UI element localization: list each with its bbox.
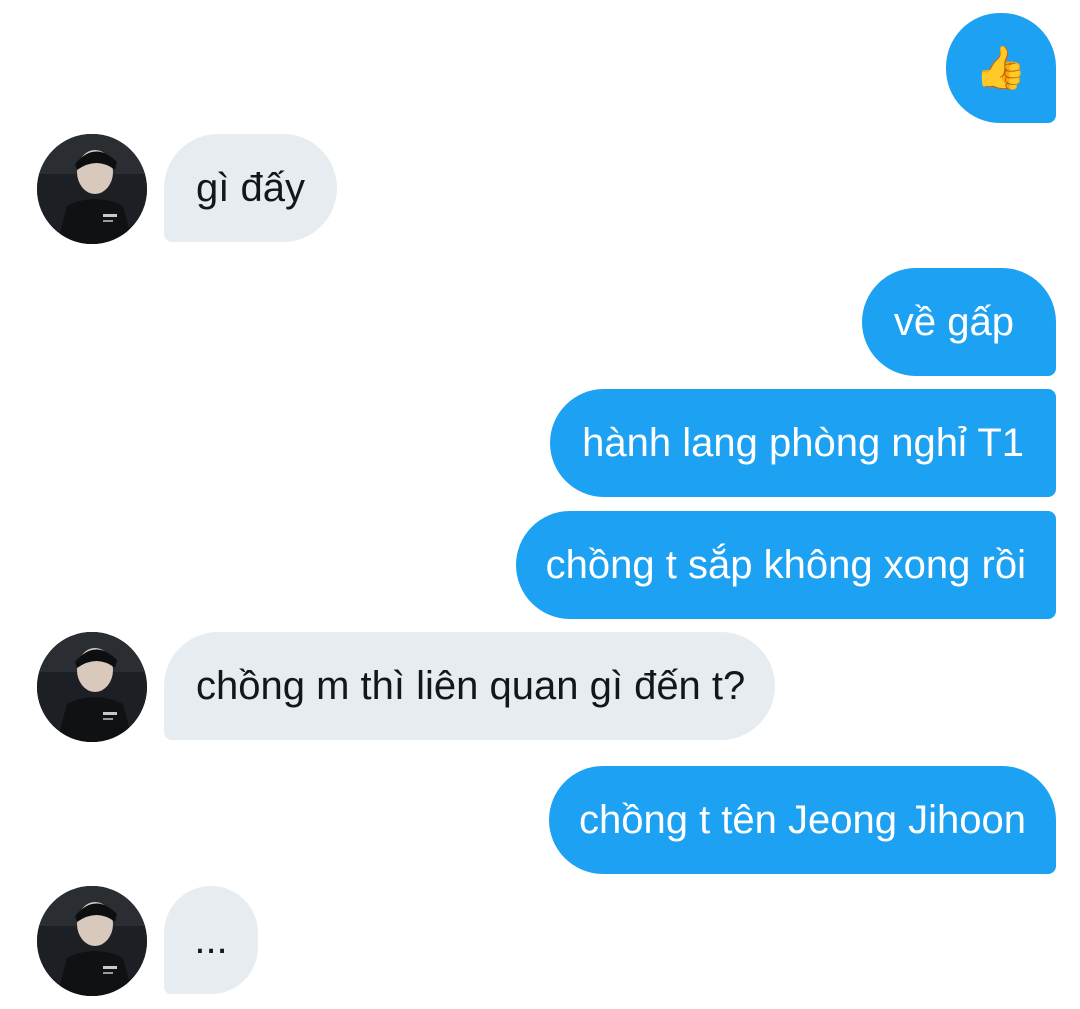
avatar-photo [37, 632, 147, 742]
thumbs-up-icon: 👍 [974, 43, 1028, 92]
message-bubble-incoming[interactable]: chồng m thì liên quan gì đến t? [164, 632, 776, 740]
message-bubble-incoming[interactable]: ... [164, 886, 258, 994]
avatar-photo [37, 134, 147, 244]
avatar[interactable] [37, 886, 147, 996]
message-bubble-emoji[interactable]: 👍 [946, 13, 1056, 123]
message-bubble-outgoing[interactable]: chồng t tên Jeong Jihoon [548, 766, 1056, 874]
message-text: chồng t tên Jeong Jihoon [578, 798, 1026, 842]
avatar[interactable] [37, 632, 147, 742]
message-text: chồng t sắp không xong rồi [545, 543, 1026, 587]
message-bubble-outgoing[interactable]: hành lang phòng nghỉ T1 [550, 389, 1056, 497]
message-bubble-outgoing[interactable]: chồng t sắp không xong rồi [515, 511, 1056, 619]
avatar-photo [37, 886, 147, 996]
message-text: gì đấy [196, 166, 305, 210]
message-text: về gấp [893, 300, 1014, 344]
message-text: hành lang phòng nghỉ T1 [582, 421, 1024, 465]
message-text: ... [194, 918, 228, 962]
message-bubble-outgoing[interactable]: về gấp [861, 268, 1056, 376]
message-text: chồng m thì liên quan gì đến t? [196, 664, 746, 708]
avatar[interactable] [37, 134, 147, 244]
message-thread: 👍 gì đấy về gấp hành lang phòng nghỉ T1 … [0, 0, 1080, 1009]
message-bubble-incoming[interactable]: gì đấy [164, 134, 337, 242]
